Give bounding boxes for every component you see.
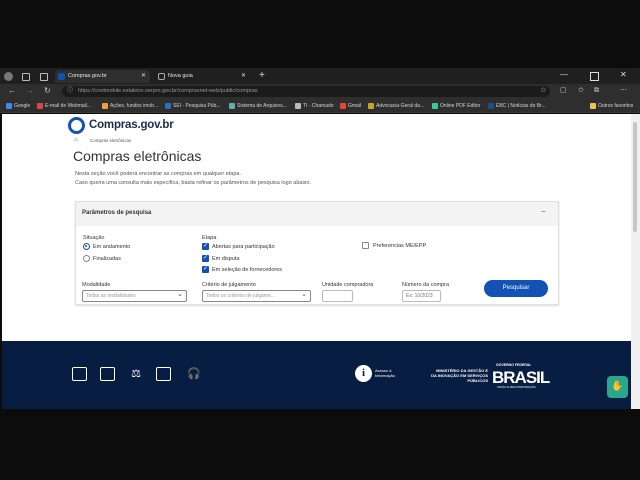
back-arrow-icon[interactable]: ← [8, 86, 16, 96]
scroll-thumb[interactable] [633, 122, 637, 232]
collections-icon[interactable]: ⧉ [594, 86, 599, 96]
balance-icon[interactable]: ⚖ [128, 366, 144, 382]
video-icon[interactable] [100, 367, 115, 381]
bookmark-chamado[interactable]: TI - Chamado [295, 102, 334, 110]
reload-icon[interactable]: ↻ [44, 86, 51, 96]
split-screen-icon[interactable]: ▢ [560, 86, 567, 96]
bookmark-pdf-editor[interactable]: Online PDF Editor [432, 102, 480, 110]
gov-federal-text: GOVERNO FEDERAL [496, 363, 532, 367]
close-tab-icon[interactable]: ✕ [241, 70, 246, 83]
favorites-icon[interactable]: ✩ [578, 86, 584, 96]
modalidade-label: Modalidade [82, 282, 111, 288]
unidade-label: Unidade compradora [322, 282, 374, 288]
breadcrumb[interactable]: Compras eletrônicas [90, 138, 131, 143]
intro-line-1: Nesta seção você poderá encontrar as com… [75, 171, 242, 177]
breadcrumb-home-icon[interactable]: ⌂ [74, 137, 78, 143]
bookmark-gmail[interactable]: Gmail [340, 102, 361, 110]
close-tab-icon[interactable]: ✕ [141, 70, 146, 83]
chevron-down-icon[interactable]: ⌄ [301, 290, 307, 300]
favorite-star-icon[interactable]: ☆ [540, 86, 546, 96]
page-title: Compras eletrônicas [73, 148, 202, 164]
new-tab-favicon-icon [158, 73, 165, 80]
checkbox-preferencias-label[interactable]: Preferencias ME/EPP [373, 243, 426, 249]
new-tab-plus-icon[interactable]: + [259, 70, 265, 82]
collapse-icon[interactable]: − [541, 207, 546, 216]
checkbox-selecao-fornecedores-label[interactable]: Em seleção de fornecedores [212, 267, 282, 273]
compras-favicon-icon [58, 73, 65, 80]
folder-icon [590, 103, 596, 109]
checkbox-em-disputa-label[interactable]: Em disputa [212, 256, 240, 262]
more-options-icon[interactable]: ⋯ [620, 86, 627, 96]
lock-icon[interactable]: ⓘ [67, 86, 73, 97]
google-icon [6, 103, 12, 109]
checkbox-preferencias[interactable] [362, 242, 369, 249]
criterio-select[interactable]: Todos os critérios de julgame... ⌄ [202, 290, 311, 302]
criterio-label: Critério de julgamento [202, 282, 256, 288]
bookmark-google[interactable]: Google [6, 102, 30, 110]
screen-bottom [0, 409, 640, 480]
mail-icon [37, 103, 43, 109]
workspaces-icon[interactable] [22, 73, 30, 81]
profile-avatar[interactable] [4, 72, 13, 81]
bookmark-arquivos[interactable]: Sistema de Arquivos... [229, 102, 287, 110]
checkbox-abertas[interactable]: ✓ [202, 243, 209, 250]
maximize-icon[interactable] [590, 72, 599, 81]
search-button[interactable]: Pesquisar [484, 280, 548, 297]
close-window-icon[interactable]: ✕ [620, 70, 627, 79]
checkbox-em-disputa[interactable]: ✓ [202, 255, 209, 262]
chevron-down-icon[interactable]: ⌄ [177, 290, 183, 300]
tab-actions-icon[interactable] [40, 73, 48, 81]
agu-icon [368, 103, 374, 109]
unidade-input[interactable] [322, 290, 353, 302]
tab-nova-guia[interactable]: Nova guia ✕ [155, 70, 250, 83]
compras-logo-icon[interactable] [68, 117, 85, 134]
gmail-icon [340, 103, 346, 109]
ticket-icon [295, 103, 301, 109]
radio-em-andamento-label[interactable]: Em andamento [93, 244, 130, 250]
intro-line-2: Caso queira uma consulta mais específica… [75, 180, 312, 186]
panel-title: Parâmetros de pesquisa [82, 210, 152, 216]
pdf-icon [432, 103, 438, 109]
radio-finalizadas[interactable] [83, 255, 90, 262]
ebc-icon [488, 103, 494, 109]
support-headset-icon[interactable]: 🎧 [186, 366, 202, 382]
news-icon[interactable] [72, 367, 87, 381]
gov-slogan: UNIÃO E RECONSTRUÇÃO [497, 385, 536, 389]
forward-arrow-icon[interactable]: → [26, 86, 34, 96]
bookmark-acoes[interactable]: Ações, fundos imob... [102, 102, 158, 110]
radio-finalizadas-label[interactable]: Finalizadas [93, 256, 121, 262]
modalidade-select[interactable]: Todas as modalidades ⌄ [82, 290, 187, 302]
numero-label: Número da compra [402, 282, 450, 288]
site-logo[interactable]: Compras.gov.br [89, 119, 174, 131]
acesso-informacao-link[interactable]: Acesso à Informação [375, 368, 405, 378]
sei-icon [165, 103, 171, 109]
etapa-label: Etapa [202, 235, 217, 241]
chart-icon [102, 103, 108, 109]
bookmark-ebc[interactable]: EBC | Notícias do Br... [488, 102, 546, 110]
accessibility-hand-icon[interactable]: ✋ [607, 376, 628, 398]
url-field[interactable]: ⓘ https://cnetmobile.estaleiro.serpro.go… [62, 86, 550, 97]
bookmark-agu[interactable]: Advocacia-Geral da... [368, 102, 424, 110]
numero-input[interactable] [402, 290, 441, 302]
checkbox-selecao-fornecedores[interactable]: ✓ [202, 266, 209, 273]
situacao-label: Situação [83, 235, 105, 241]
info-icon[interactable]: i [355, 365, 372, 382]
checkbox-abertas-label[interactable]: Abertas para participação [212, 244, 275, 250]
ministry-text: MINISTÉRIO DA GESTÃO E DA INOVAÇÃO EM SE… [431, 368, 488, 383]
minimize-icon[interactable]: — [560, 70, 568, 79]
tab-compras[interactable]: Compras.gov.br ✕ [55, 70, 150, 83]
bookmark-sei[interactable]: SEI - Pesquisa Púb... [165, 102, 221, 110]
bookmark-outros[interactable]: Outros favoritos [590, 102, 633, 110]
bookmark-webmail[interactable]: E-mail de Webmail... [37, 102, 91, 110]
scale-icon[interactable] [156, 367, 171, 381]
folder-icon [229, 103, 235, 109]
radio-em-andamento[interactable] [83, 243, 90, 250]
